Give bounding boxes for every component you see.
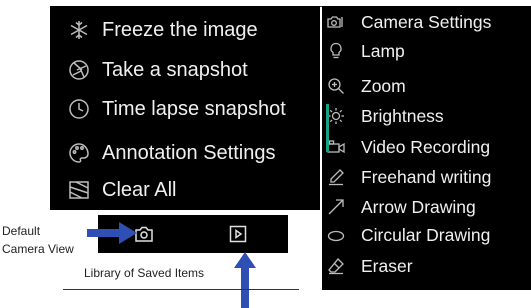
menu-item-freehand-writing[interactable]: Freehand writing	[322, 163, 491, 191]
sun-icon	[327, 107, 345, 125]
menu-item-label: Lamp	[361, 40, 405, 61]
menu-item-eraser[interactable]: Eraser	[322, 252, 413, 280]
camera-settings-icon	[327, 13, 345, 31]
pen-icon	[327, 168, 345, 186]
eraser-icon	[327, 257, 345, 275]
palette-icon	[68, 142, 90, 164]
menu-item-time-lapse[interactable]: Time lapse snapshot	[50, 90, 286, 128]
menu-item-label: Video Recording	[361, 136, 491, 157]
video-camera-icon	[327, 138, 345, 156]
menu-item-video-recording[interactable]: Video Recording	[322, 133, 490, 161]
menu-item-zoom[interactable]: Zoom	[322, 72, 406, 100]
default-camera-view-annotation-line1: Default	[2, 224, 41, 238]
menu-item-label: Arrow Drawing	[361, 196, 476, 217]
menu-item-label: Brightness	[361, 105, 444, 126]
zoom-in-icon	[327, 77, 345, 95]
menu-item-annotation-settings[interactable]: Annotation Settings	[50, 134, 275, 172]
clock-icon	[68, 98, 90, 120]
menu-item-label: Eraser	[361, 255, 413, 276]
eraser-box-icon	[68, 179, 90, 201]
menu-item-label: Take a snapshot	[102, 58, 248, 81]
arrow-to-camera-button	[87, 222, 137, 244]
ellipse-icon	[327, 226, 345, 244]
snowflake-icon	[68, 19, 90, 41]
arrow-icon	[327, 198, 345, 216]
library-saved-items-annotation: Library of Saved Items	[84, 266, 205, 280]
left-menu-panel: Freeze the image Take a snapshot Time la…	[50, 6, 320, 210]
menu-item-lamp[interactable]: Lamp	[322, 37, 405, 65]
right-menu-panel: Camera Settings Lamp Zoom Brightness Vid…	[322, 6, 531, 290]
menu-item-clear-all[interactable]: Clear All	[50, 171, 176, 209]
menu-item-camera-settings[interactable]: Camera Settings	[322, 8, 491, 36]
arrow-to-library-button	[234, 252, 256, 308]
bottom-divider-line	[63, 289, 299, 290]
menu-item-arrow-drawing[interactable]: Arrow Drawing	[322, 193, 476, 221]
camera-icon[interactable]	[134, 224, 154, 244]
menu-item-circular-drawing[interactable]: Circular Drawing	[322, 221, 490, 249]
default-camera-view-annotation-line2: Camera View	[2, 242, 74, 256]
menu-item-snapshot[interactable]: Take a snapshot	[50, 51, 248, 89]
lightbulb-icon	[327, 42, 345, 60]
menu-item-brightness[interactable]: Brightness	[322, 102, 444, 130]
menu-item-freeze[interactable]: Freeze the image	[50, 11, 258, 49]
menu-item-label: Circular Drawing	[361, 224, 491, 245]
play-box-icon[interactable]	[228, 224, 248, 244]
menu-item-label: Freeze the image	[102, 18, 258, 41]
scroll-indicator	[326, 104, 329, 152]
menu-item-label: Clear All	[102, 178, 177, 201]
menu-item-label: Annotation Settings	[102, 141, 276, 164]
menu-item-label: Zoom	[361, 75, 406, 96]
menu-item-label: Freehand writing	[361, 166, 492, 187]
menu-item-label: Camera Settings	[361, 11, 492, 32]
menu-item-label: Time lapse snapshot	[102, 97, 286, 120]
aperture-icon	[68, 59, 90, 81]
